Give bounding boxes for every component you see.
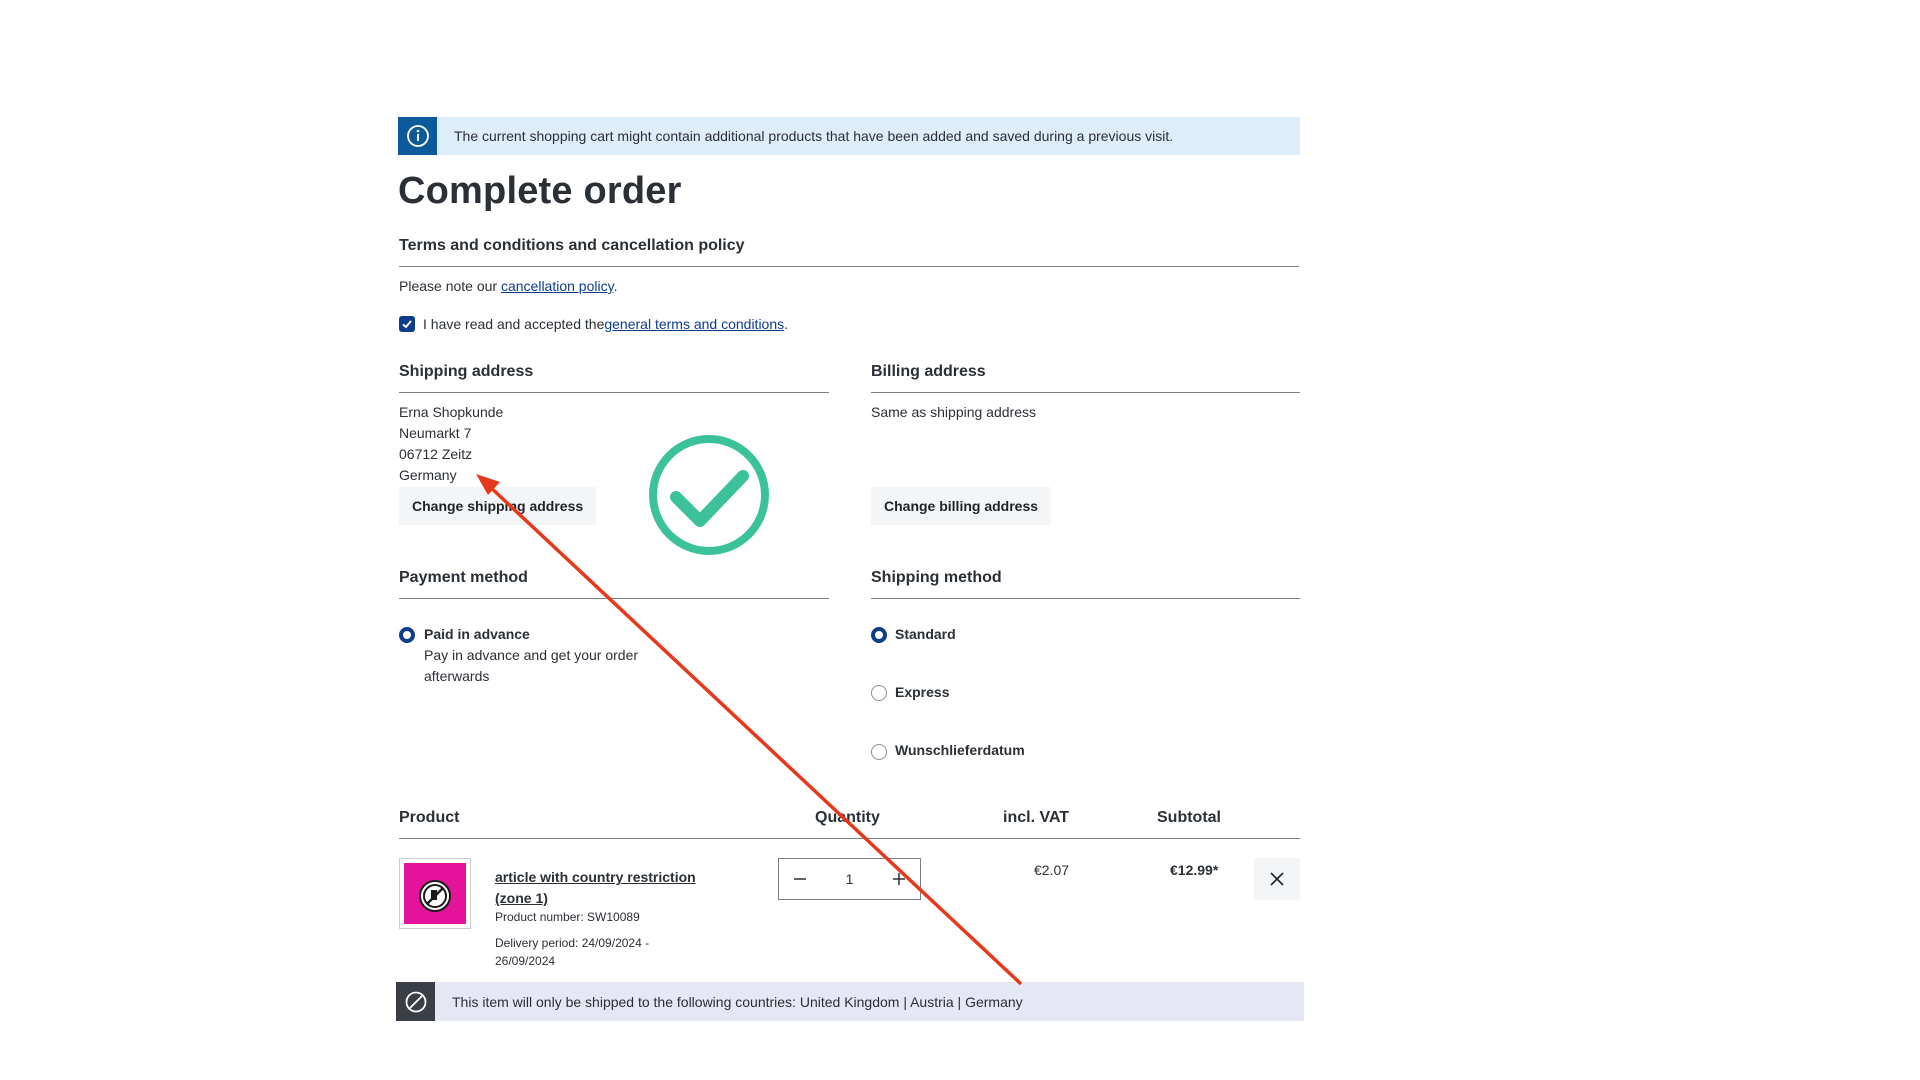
address-line: Neumarkt 7	[399, 425, 472, 441]
shipping-method-heading: Shipping method	[871, 569, 1002, 586]
shipping-address-divider	[399, 392, 829, 393]
cancellation-policy-link[interactable]: cancellation policy	[501, 278, 614, 294]
payment-method-divider	[399, 598, 829, 599]
blocked-icon	[396, 982, 435, 1021]
plus-icon	[892, 873, 905, 885]
quantity-column-header: Quantity	[815, 809, 880, 826]
product-column-header: Product	[399, 809, 460, 826]
subtotal-amount: €12.99*	[1170, 862, 1219, 878]
address-line: Germany	[399, 467, 457, 483]
terms-conditions-link[interactable]: general terms and conditions	[604, 316, 784, 332]
minus-icon	[794, 878, 806, 880]
cancellation-note-prefix: Please note our	[399, 278, 501, 294]
delivery-period: Delivery period: 24/09/2024 - 26/09/2024	[495, 936, 650, 968]
shipping-method-divider	[871, 598, 1300, 599]
info-alert: The current shopping cart might contain …	[398, 117, 1300, 155]
terms-divider	[399, 266, 1299, 267]
product-thumbnail[interactable]	[399, 858, 471, 929]
vat-amount: €2.07	[1034, 862, 1070, 878]
terms-accept-row: I have read and accepted the general ter…	[399, 316, 788, 332]
checkmark-icon	[402, 320, 412, 329]
cart-header-divider	[399, 838, 1300, 839]
cancellation-note: Please note our cancellation policy.	[399, 278, 617, 294]
product-number: Product number: SW10089	[495, 910, 640, 924]
terms-accept-suffix: .	[784, 316, 789, 332]
subtotal-column-header: Subtotal	[1157, 809, 1221, 826]
payment-method-heading: Payment method	[399, 569, 528, 586]
product-image	[404, 863, 466, 924]
wunschlieferdatum-label[interactable]: Wunschlieferdatum	[895, 742, 1025, 758]
paid-in-advance-label[interactable]: Paid in advance	[424, 626, 530, 642]
terms-accept-prefix: I have read and accepted the	[423, 316, 605, 332]
cancellation-note-suffix: .	[613, 278, 618, 294]
annotation-overlay	[476, 435, 1023, 986]
express-shipping-label[interactable]: Express	[895, 684, 949, 700]
page-title: Complete order	[398, 170, 682, 212]
shipping-address-heading: Shipping address	[399, 363, 534, 380]
change-billing-address-button[interactable]: Change billing address	[871, 487, 1052, 525]
terms-heading: Terms and conditions and cancellation po…	[399, 237, 745, 254]
info-alert-text: The current shopping cart might contain …	[454, 128, 1174, 144]
restriction-alert-text: This item will only be shipped to the fo…	[452, 993, 1023, 1010]
success-check-icon	[649, 435, 769, 555]
change-shipping-address-button[interactable]: Change shipping address	[399, 487, 597, 525]
standard-shipping-label[interactable]: Standard	[895, 626, 956, 642]
no-drinking-icon	[419, 880, 451, 912]
wunschlieferdatum-radio[interactable]	[871, 744, 887, 760]
info-icon	[398, 117, 437, 155]
billing-address-heading: Billing address	[871, 363, 986, 380]
product-name-link[interactable]: article with country restriction (zone 1…	[495, 867, 725, 909]
remove-item-button[interactable]	[1254, 858, 1300, 900]
paid-in-advance-description: Pay in advance and get your order afterw…	[424, 647, 639, 684]
decrease-quantity-button[interactable]	[779, 859, 821, 899]
billing-address-divider	[871, 392, 1300, 393]
country-restriction-alert: This item will only be shipped to the fo…	[396, 982, 1304, 1021]
standard-shipping-radio[interactable]	[871, 627, 887, 643]
terms-checkbox[interactable]	[399, 316, 415, 332]
vat-column-header: incl. VAT	[1003, 809, 1070, 826]
quantity-input[interactable]: 1	[846, 871, 854, 887]
increase-quantity-button[interactable]	[878, 859, 920, 899]
checkout-page: The current shopping cart might contain …	[0, 0, 1920, 1080]
paid-in-advance-radio[interactable]	[399, 627, 415, 643]
close-icon	[1270, 872, 1284, 886]
billing-same-text: Same as shipping address	[871, 404, 1036, 420]
quantity-stepper: 1	[778, 858, 921, 900]
address-line: Erna Shopkunde	[399, 404, 504, 420]
address-line: 06712 Zeitz	[399, 446, 473, 462]
express-shipping-radio[interactable]	[871, 685, 887, 701]
